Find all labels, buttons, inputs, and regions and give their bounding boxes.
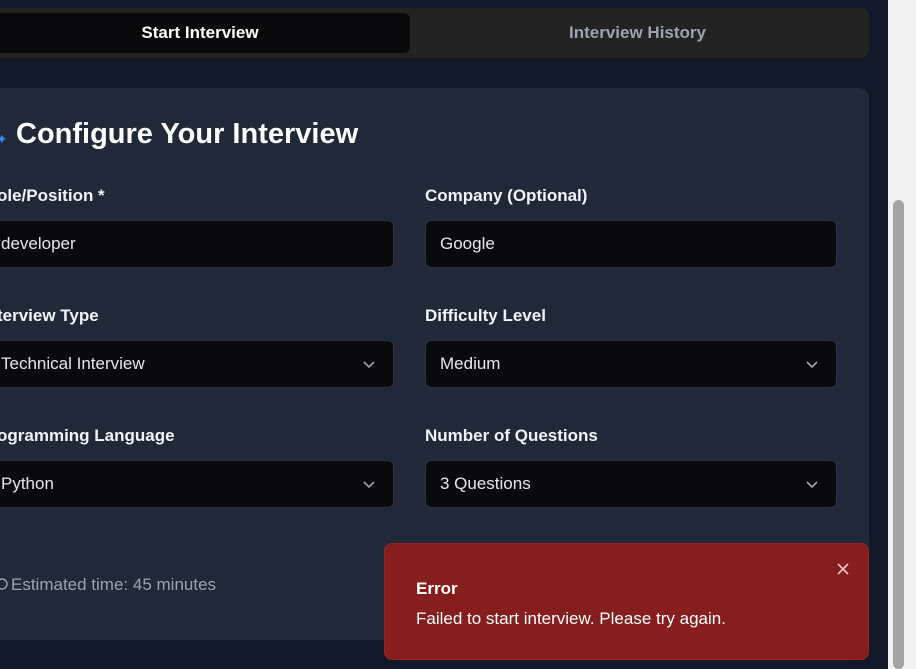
tab-start-interview-label: Start Interview — [141, 23, 259, 42]
close-icon[interactable] — [836, 562, 850, 576]
tab-start-interview[interactable]: Start Interview — [0, 13, 410, 53]
estimated-time: Estimated time: 45 minutes — [11, 575, 217, 594]
difficulty-value: Medium — [440, 354, 501, 373]
language-label: ogramming Language — [0, 426, 175, 445]
company-value: Google — [440, 234, 495, 253]
questions-select[interactable]: 3 Questions — [425, 460, 837, 508]
questions-value: 3 Questions — [440, 474, 531, 493]
sparkle-icon: ✦ — [0, 131, 8, 147]
company-label: Company (Optional) — [425, 186, 588, 205]
role-input[interactable]: developer — [0, 220, 394, 268]
chevron-down-icon — [363, 481, 375, 489]
difficulty-select[interactable]: Medium — [425, 340, 837, 388]
toast-title: Error — [416, 579, 458, 598]
clock-icon — [0, 578, 8, 590]
interview-type-select[interactable]: Technical Interview — [0, 340, 394, 388]
language-value: Python — [1, 474, 54, 493]
scrollbar-thumb[interactable] — [893, 200, 904, 669]
chevron-down-icon — [806, 361, 818, 369]
card-title: Configure Your Interview — [16, 118, 359, 150]
interview-type-value: Technical Interview — [1, 354, 145, 373]
role-value: developer — [1, 234, 76, 253]
difficulty-label: Difficulty Level — [425, 306, 546, 325]
tab-interview-history[interactable]: Interview History — [410, 13, 865, 53]
chevron-down-icon — [363, 361, 375, 369]
company-input[interactable]: Google — [425, 220, 837, 268]
tab-bar: Start Interview Interview History — [0, 8, 869, 58]
toast-message: Failed to start interview. Please try ag… — [416, 609, 726, 628]
chevron-down-icon — [806, 481, 818, 489]
interview-type-label: terview Type — [0, 306, 99, 325]
tab-interview-history-label: Interview History — [569, 23, 706, 42]
questions-label: Number of Questions — [425, 426, 598, 445]
language-select[interactable]: Python — [0, 460, 394, 508]
error-toast: Error Failed to start interview. Please … — [384, 543, 869, 660]
role-label: ole/Position * — [0, 186, 105, 205]
